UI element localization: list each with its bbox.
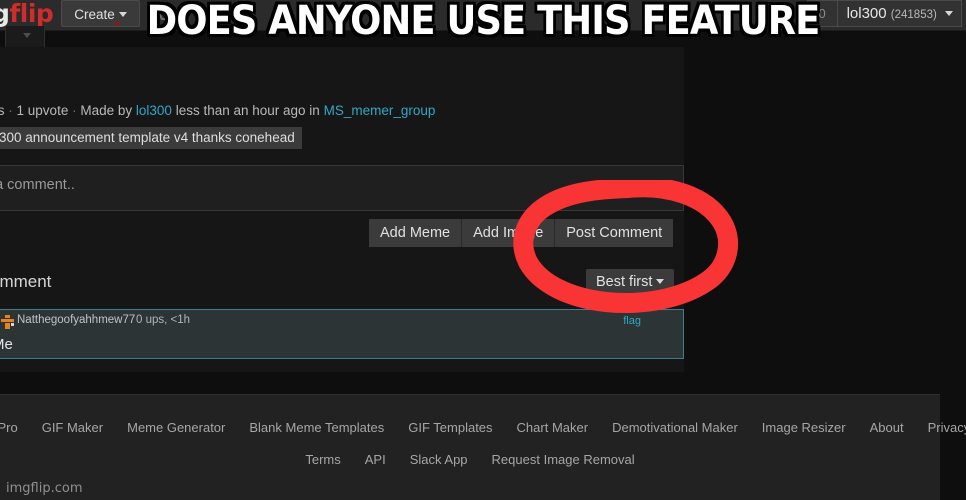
meta-separator: · — [8, 103, 13, 118]
add-image-button[interactable]: Add Image — [462, 219, 556, 247]
footer-links-row-1: gflip Pro GIF Maker Meme Generator Blank Me… — [0, 420, 966, 435]
made-by-label: Made by — [80, 103, 133, 118]
footer-link-about[interactable]: About — [870, 420, 904, 435]
post-meta-line: ws · 1 upvote · Made by lol300 less than… — [0, 103, 435, 118]
footer-links-row-2: Terms API Slack App Request Image Removal — [0, 452, 940, 467]
footer-link-imgflip-pro[interactable]: gflip Pro — [0, 420, 18, 435]
footer-link-image-resizer[interactable]: Image Resizer — [762, 420, 846, 435]
flag-link[interactable]: flag — [623, 315, 641, 327]
meme-caption-text: DOES ANYONE USE THIS FEATURE — [146, 0, 821, 44]
user-avatar-icon — [1, 315, 14, 329]
comment-toolbar: Add Meme Add Image Post Comment — [369, 219, 674, 247]
footer-link-demotivational-maker[interactable]: Demotivational Maker — [612, 420, 738, 435]
comments-count-header: omment — [0, 272, 52, 291]
comment-stats: 0 ups, <1h — [136, 314, 191, 326]
footer-link-meme-generator[interactable]: Meme Generator — [127, 420, 225, 435]
post-comment-button[interactable]: Post Comment — [555, 219, 674, 247]
comment-input[interactable]: e a comment.. — [0, 165, 684, 211]
post-content-panel: ws · 1 upvote · Made by lol300 less than… — [0, 47, 684, 372]
views-label: ws — [0, 103, 5, 118]
chevron-down-icon — [656, 279, 665, 285]
comment-item: Natthegoofyahhmew77 0 ups, <1h flag Me — [0, 309, 684, 359]
site-footer: gflip Pro GIF Maker Meme Generator Blank Me… — [0, 394, 966, 500]
comment-sort-label: Best first — [596, 274, 653, 290]
footer-link-gif-templates[interactable]: GIF Templates — [408, 420, 492, 435]
footer-link-api[interactable]: API — [365, 452, 386, 467]
add-meme-button[interactable]: Add Meme — [369, 219, 463, 247]
footer-link-privacy[interactable]: Privacy — [928, 420, 966, 435]
comment-sort-dropdown[interactable]: Best first — [586, 269, 675, 296]
imgflip-meme-screenshot: gflip Create 0 lol300 (241853) s · 1 upv… — [0, 0, 966, 500]
meta-separator: · — [72, 103, 77, 118]
comment-body: Me — [0, 336, 13, 353]
imgflip-watermark: imgflip.com — [6, 481, 83, 496]
upvotes-label: 1 upvote — [16, 103, 69, 118]
footer-link-chart-maker[interactable]: Chart Maker — [517, 420, 589, 435]
chevron-down-icon — [23, 33, 31, 38]
post-title: 300 announcement template v4 thanks cone… — [0, 127, 302, 149]
footer-link-terms[interactable]: Terms — [305, 452, 340, 467]
stream-link[interactable]: MS_memer_group — [324, 103, 436, 118]
chevron-down-icon — [945, 11, 953, 17]
footer-link-gif-maker[interactable]: GIF Maker — [42, 420, 103, 435]
comment-author[interactable]: Natthegoofyahhmew77 — [17, 314, 135, 326]
post-time-label: less than an hour ago in — [175, 103, 320, 118]
footer-link-slack-app[interactable]: Slack App — [410, 452, 468, 467]
comment-input-placeholder: e a comment.. — [0, 177, 75, 193]
post-author-link[interactable]: lol300 — [136, 103, 172, 118]
footer-link-blank-meme-templates[interactable]: Blank Meme Templates — [249, 420, 384, 435]
footer-link-request-image-removal[interactable]: Request Image Removal — [492, 452, 635, 467]
logo-text-g: g — [0, 0, 10, 28]
